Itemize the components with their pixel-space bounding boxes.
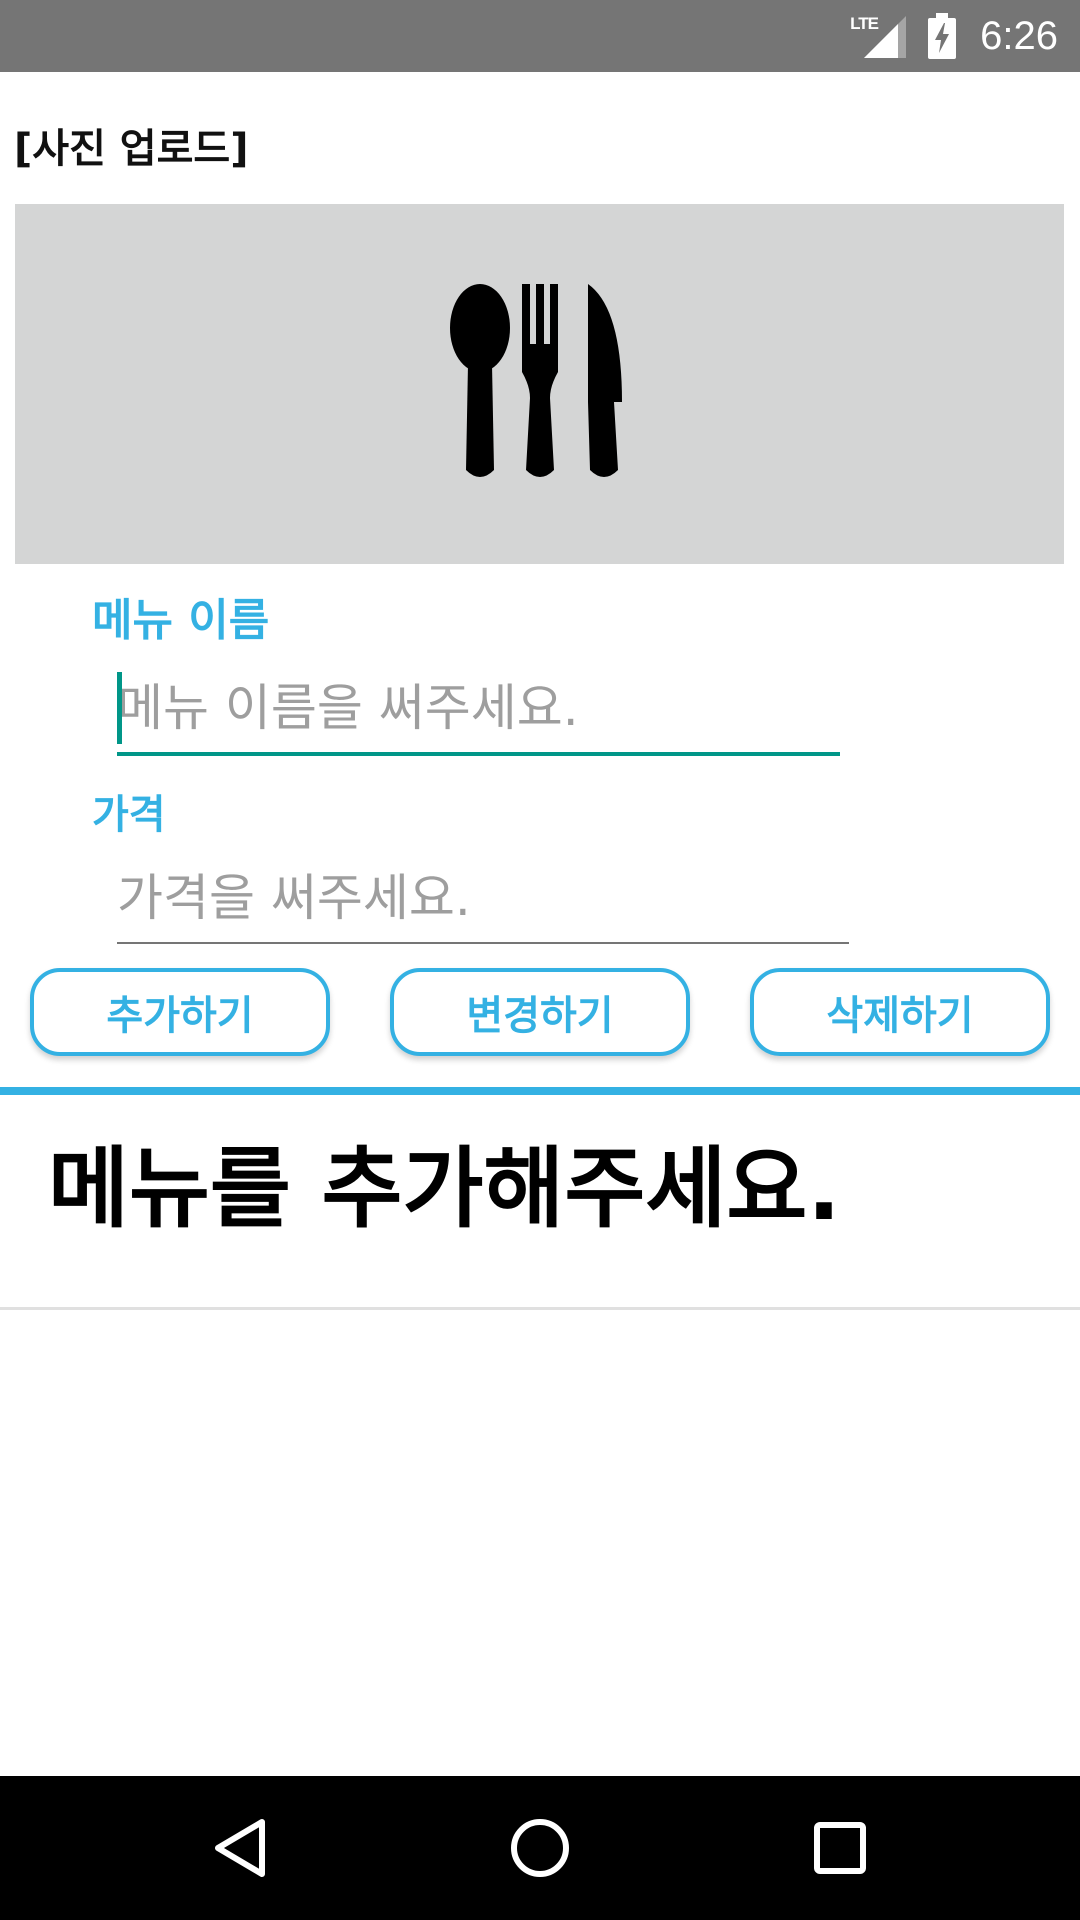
- back-button[interactable]: [160, 1776, 320, 1920]
- recents-square-icon: [814, 1822, 866, 1874]
- status-bar: LTE 6:26: [0, 0, 1080, 72]
- photo-upload-area[interactable]: [15, 204, 1064, 564]
- empty-list-message: 메뉴를 추가해주세요.: [48, 1137, 841, 1240]
- recents-button[interactable]: [760, 1776, 920, 1920]
- navigation-bar: [0, 1776, 1080, 1920]
- list-divider: [0, 1307, 1080, 1310]
- section-divider: [0, 1087, 1080, 1095]
- home-circle-icon: [511, 1819, 569, 1877]
- battery-charging-icon: [928, 13, 957, 59]
- edit-button[interactable]: 변경하기: [390, 968, 690, 1056]
- cutlery-icon: [449, 284, 622, 477]
- add-button[interactable]: 추가하기: [30, 968, 330, 1056]
- price-input[interactable]: [117, 860, 849, 944]
- photo-upload-heading: [사진 업로드]: [14, 126, 249, 172]
- status-clock: 6:26: [980, 13, 1058, 58]
- home-button[interactable]: [460, 1776, 620, 1920]
- delete-button[interactable]: 삭제하기: [750, 968, 1050, 1056]
- price-label: 가격: [92, 792, 166, 838]
- text-cursor: [117, 672, 122, 744]
- back-triangle-icon: [215, 1819, 265, 1877]
- menu-name-label: 메뉴 이름: [92, 595, 270, 646]
- status-indicators: LTE 6:26: [850, 0, 1058, 72]
- menu-name-input[interactable]: [117, 670, 840, 756]
- cell-signal-icon: LTE: [850, 14, 907, 58]
